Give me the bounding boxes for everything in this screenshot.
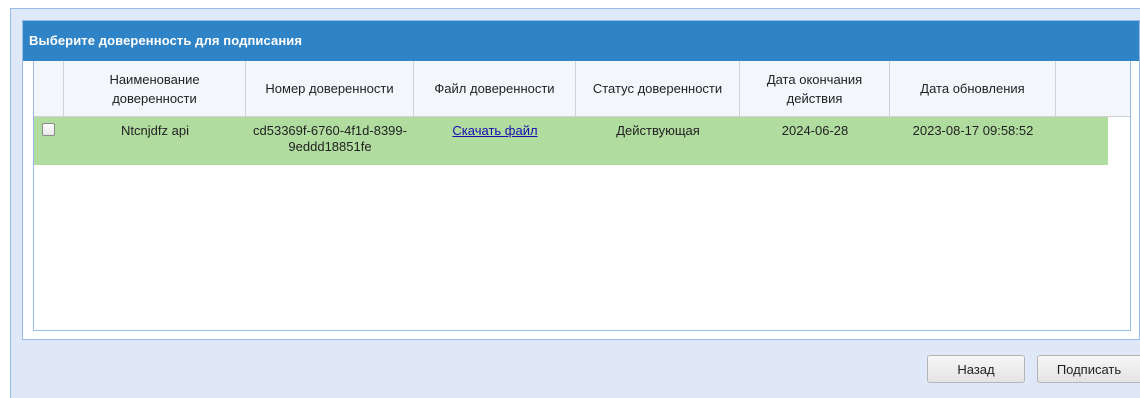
header-filler (1056, 61, 1130, 116)
table-row[interactable]: Ntcnjdfz api cd53369f-6760-4f1d-8399-9ed… (34, 117, 1108, 165)
cell-file: Скачать файл (414, 117, 576, 165)
download-file-link[interactable]: Скачать файл (452, 123, 537, 138)
header-check-column (34, 61, 64, 116)
row-checkbox[interactable] (42, 123, 55, 136)
proxy-selection-panel: Выберите доверенность для подписания Наи… (22, 20, 1140, 340)
header-file[interactable]: Файл доверенности (414, 61, 576, 116)
row-checkbox-cell[interactable] (34, 117, 64, 165)
header-updated[interactable]: Дата обновления (890, 61, 1056, 116)
cell-status: Действующая (616, 123, 700, 138)
cell-end-date: 2024-06-28 (781, 123, 849, 138)
cell-number: cd53369f-6760-4f1d-8399-9eddd18851fe (253, 123, 407, 154)
header-status[interactable]: Статус доверенности (576, 61, 740, 116)
back-button[interactable]: Назад (927, 355, 1025, 383)
header-name[interactable]: Наименование доверенности (64, 61, 246, 116)
header-number[interactable]: Номер доверенности (246, 61, 414, 116)
panel-title: Выберите доверенность для подписания (23, 21, 1139, 61)
header-end-date[interactable]: Дата окончания действия (740, 61, 890, 116)
cell-updated: 2023-08-17 09:58:52 (912, 123, 1034, 138)
grid-header-row: Наименование доверенности Номер доверенн… (34, 61, 1130, 117)
sign-button[interactable]: Подписать (1037, 355, 1140, 383)
proxy-grid: Наименование доверенности Номер доверенн… (33, 61, 1131, 331)
cell-name: Ntcnjdfz api (121, 123, 189, 138)
